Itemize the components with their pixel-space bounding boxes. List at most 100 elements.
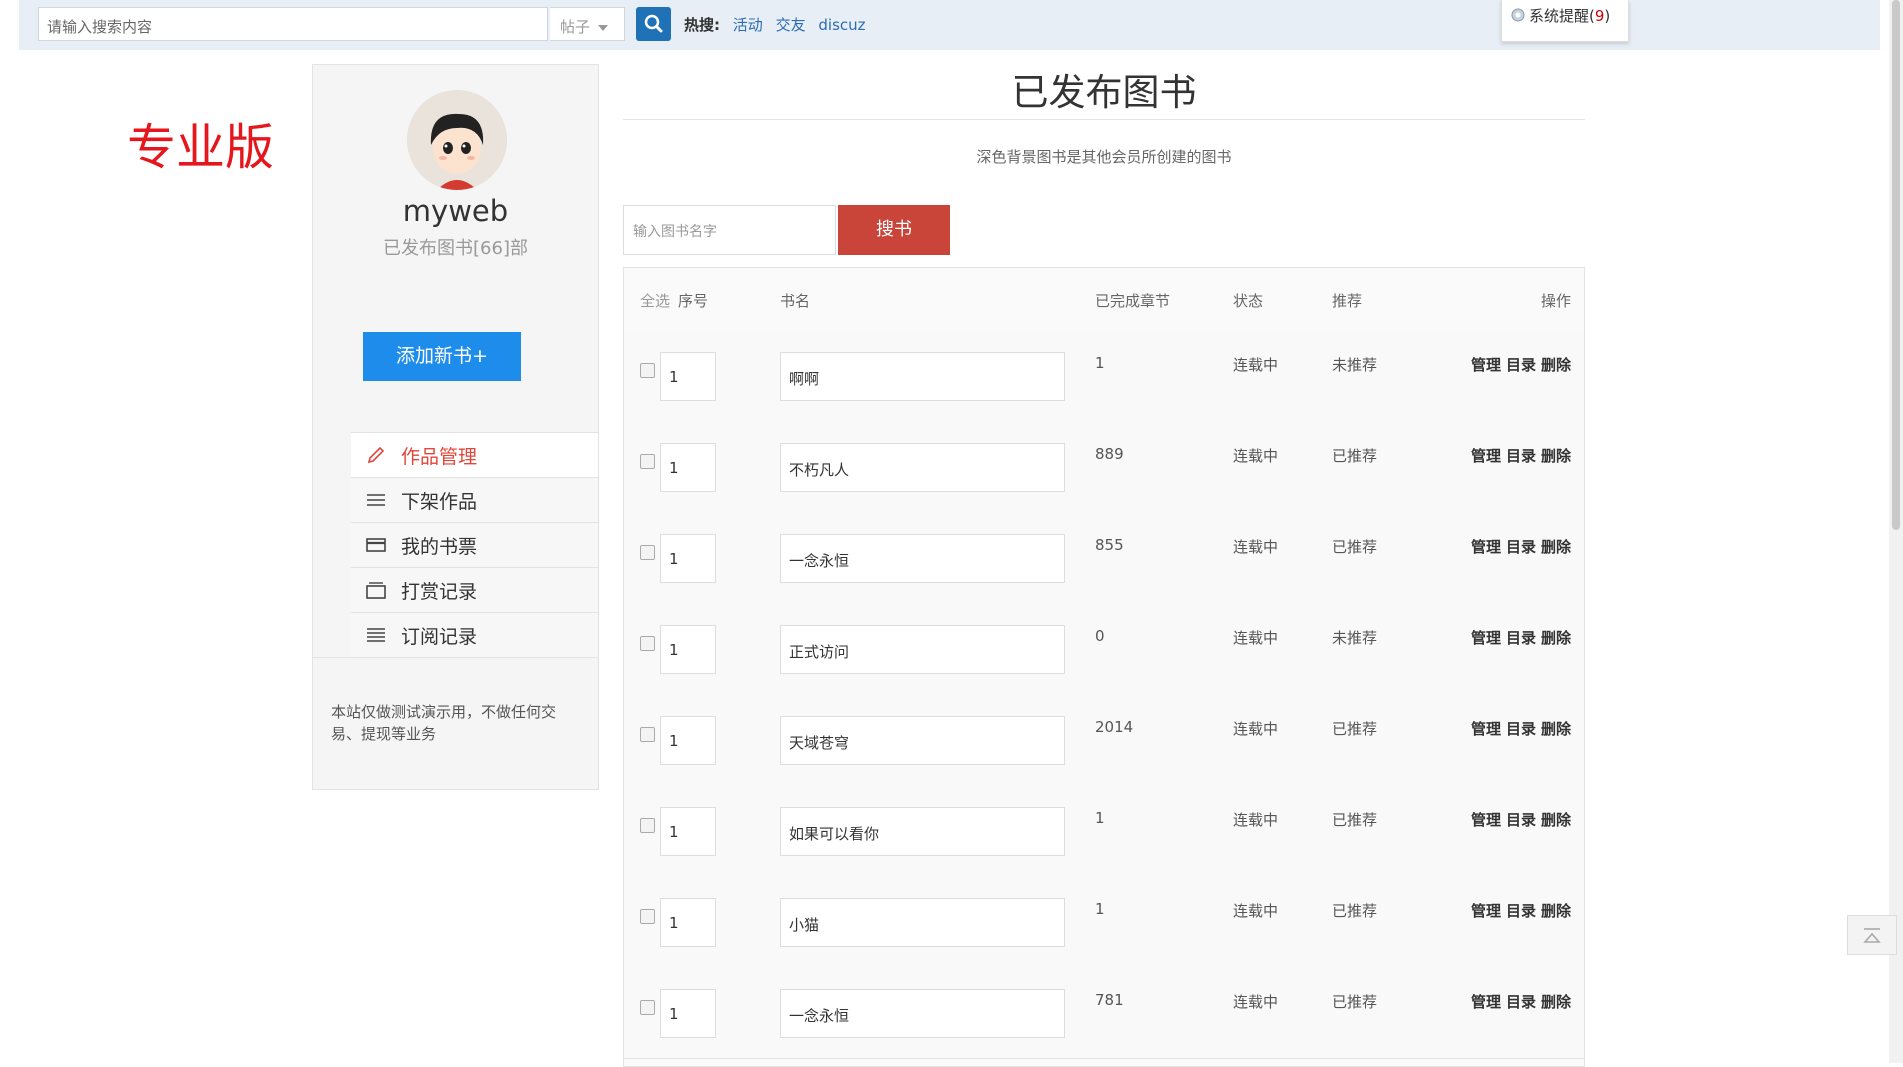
- table-row: 1 一念永恒 855 连载中 已推荐 管理 目录 删除: [624, 512, 1584, 604]
- manage-link[interactable]: 管理: [1471, 993, 1501, 1011]
- scrollbar-thumb[interactable]: [1892, 0, 1900, 530]
- delete-link[interactable]: 删除: [1541, 811, 1571, 829]
- sidebar-item-works[interactable]: 作品管理: [351, 433, 598, 478]
- sidebar-item-offshelf[interactable]: 下架作品: [351, 478, 598, 523]
- recommend-text: 未推荐: [1332, 629, 1378, 647]
- delete-link[interactable]: 删除: [1541, 356, 1571, 374]
- sidebar-item-label: 打赏记录: [401, 580, 478, 603]
- status-text: 连载中: [1233, 720, 1279, 738]
- published-count: 已发布图书[66]部: [383, 238, 528, 259]
- manage-link[interactable]: 管理: [1471, 538, 1501, 556]
- recommend-text: 已推荐: [1332, 811, 1378, 829]
- row-checkbox[interactable]: [640, 454, 655, 469]
- back-to-top-button[interactable]: [1847, 915, 1897, 955]
- chapter-count: 1: [1095, 354, 1105, 372]
- sidebar-item-subscriptions[interactable]: 订阅记录: [351, 613, 598, 658]
- seq-input[interactable]: 1: [660, 352, 716, 401]
- toc-link[interactable]: 目录: [1506, 538, 1536, 556]
- book-name-input[interactable]: 不朽凡人: [780, 443, 1065, 492]
- row-checkbox[interactable]: [640, 1000, 655, 1015]
- search-icon: [644, 14, 663, 33]
- toc-link[interactable]: 目录: [1506, 629, 1536, 647]
- row-checkbox[interactable]: [640, 636, 655, 651]
- chapter-count: 1: [1095, 809, 1105, 827]
- table-row: 1 不朽凡人 889 连载中 已推荐 管理 目录 删除: [624, 421, 1584, 513]
- delete-link[interactable]: 删除: [1541, 447, 1571, 465]
- sidebar-item-rewards[interactable]: 打赏记录: [351, 568, 598, 613]
- seq-input[interactable]: 1: [660, 716, 716, 765]
- delete-link[interactable]: 删除: [1541, 902, 1571, 920]
- book-search-input[interactable]: 输入图书名字: [623, 205, 836, 255]
- seq-input[interactable]: 1: [660, 989, 716, 1038]
- manage-link[interactable]: 管理: [1471, 811, 1501, 829]
- toc-link[interactable]: 目录: [1506, 447, 1536, 465]
- seq-input[interactable]: 1: [660, 534, 716, 583]
- toc-link[interactable]: 目录: [1506, 811, 1536, 829]
- toc-link[interactable]: 目录: [1506, 993, 1536, 1011]
- seq-input[interactable]: 1: [660, 625, 716, 674]
- pencil-icon: [365, 444, 387, 466]
- manage-link[interactable]: 管理: [1471, 356, 1501, 374]
- chapter-count: 0: [1095, 627, 1105, 645]
- system-notice[interactable]: 系统提醒(9): [1501, 0, 1629, 42]
- book-name-input[interactable]: 正式访问: [780, 625, 1065, 674]
- hot-search: 热搜: 活动 交友 discuz: [684, 14, 866, 35]
- row-checkbox[interactable]: [640, 818, 655, 833]
- delete-link[interactable]: 删除: [1541, 720, 1571, 738]
- column-header-ops: 操作: [1540, 292, 1571, 310]
- column-header-chapters: 已完成章节: [1095, 292, 1171, 310]
- manage-link[interactable]: 管理: [1471, 720, 1501, 738]
- add-book-button[interactable]: 添加新书+: [363, 332, 521, 381]
- row-actions: 管理 目录 删除: [1466, 354, 1571, 375]
- chapter-count: 855: [1095, 536, 1124, 554]
- notice-count: 9: [1594, 7, 1605, 25]
- status-text: 连载中: [1233, 447, 1279, 465]
- book-search-button[interactable]: 搜书: [838, 205, 950, 255]
- book-name-input[interactable]: 一念永恒: [780, 534, 1065, 583]
- manage-link[interactable]: 管理: [1471, 447, 1501, 465]
- version-label: 专业版: [127, 119, 275, 176]
- sidebar-item-tickets[interactable]: 我的书票: [351, 523, 598, 568]
- search-type-select[interactable]: 帖子: [550, 7, 625, 41]
- delete-link[interactable]: 删除: [1541, 993, 1571, 1011]
- search-type-label: 帖子: [560, 18, 591, 36]
- delete-link[interactable]: 删除: [1541, 538, 1571, 556]
- divider: [313, 657, 598, 658]
- delete-link[interactable]: 删除: [1541, 629, 1571, 647]
- table-row: 1 小猫 1 连载中 已推荐 管理 目录 删除: [624, 876, 1584, 968]
- book-name-input[interactable]: 一念永恒: [780, 989, 1065, 1038]
- manage-link[interactable]: 管理: [1471, 902, 1501, 920]
- toc-link[interactable]: 目录: [1506, 356, 1536, 374]
- row-checkbox[interactable]: [640, 909, 655, 924]
- row-actions: 管理 目录 删除: [1466, 809, 1571, 830]
- row-checkbox[interactable]: [640, 363, 655, 378]
- recommend-text: 已推荐: [1332, 538, 1378, 556]
- search-input[interactable]: 请输入搜索内容: [38, 7, 548, 41]
- book-name-input[interactable]: 如果可以看你: [780, 807, 1065, 856]
- notice-label: 系统提醒(: [1529, 7, 1595, 25]
- select-all[interactable]: 全选: [640, 290, 670, 311]
- seq-input[interactable]: 1: [660, 807, 716, 856]
- hot-link[interactable]: 交友: [776, 16, 806, 34]
- toc-link[interactable]: 目录: [1506, 720, 1536, 738]
- card-icon: [365, 534, 387, 556]
- book-name-input[interactable]: 小猫: [780, 898, 1065, 947]
- seq-input[interactable]: 1: [660, 443, 716, 492]
- hot-link[interactable]: discuz: [818, 16, 865, 34]
- manage-link[interactable]: 管理: [1471, 629, 1501, 647]
- book-name-input[interactable]: 啊啊: [780, 352, 1065, 401]
- toc-link[interactable]: 目录: [1506, 902, 1536, 920]
- sidebar-item-label: 我的书票: [401, 535, 478, 558]
- row-actions: 管理 目录 删除: [1466, 900, 1571, 921]
- hot-link[interactable]: 活动: [733, 16, 763, 34]
- status-text: 连载中: [1233, 993, 1279, 1011]
- book-name-input[interactable]: 天域苍穹: [780, 716, 1065, 765]
- row-checkbox[interactable]: [640, 545, 655, 560]
- chapter-count: 1: [1095, 900, 1105, 918]
- search-button[interactable]: [636, 7, 671, 41]
- row-checkbox[interactable]: [640, 727, 655, 742]
- notice-close-paren: ): [1604, 7, 1611, 25]
- seq-input[interactable]: 1: [660, 898, 716, 947]
- avatar[interactable]: [407, 90, 507, 190]
- recommend-text: 未推荐: [1332, 356, 1378, 374]
